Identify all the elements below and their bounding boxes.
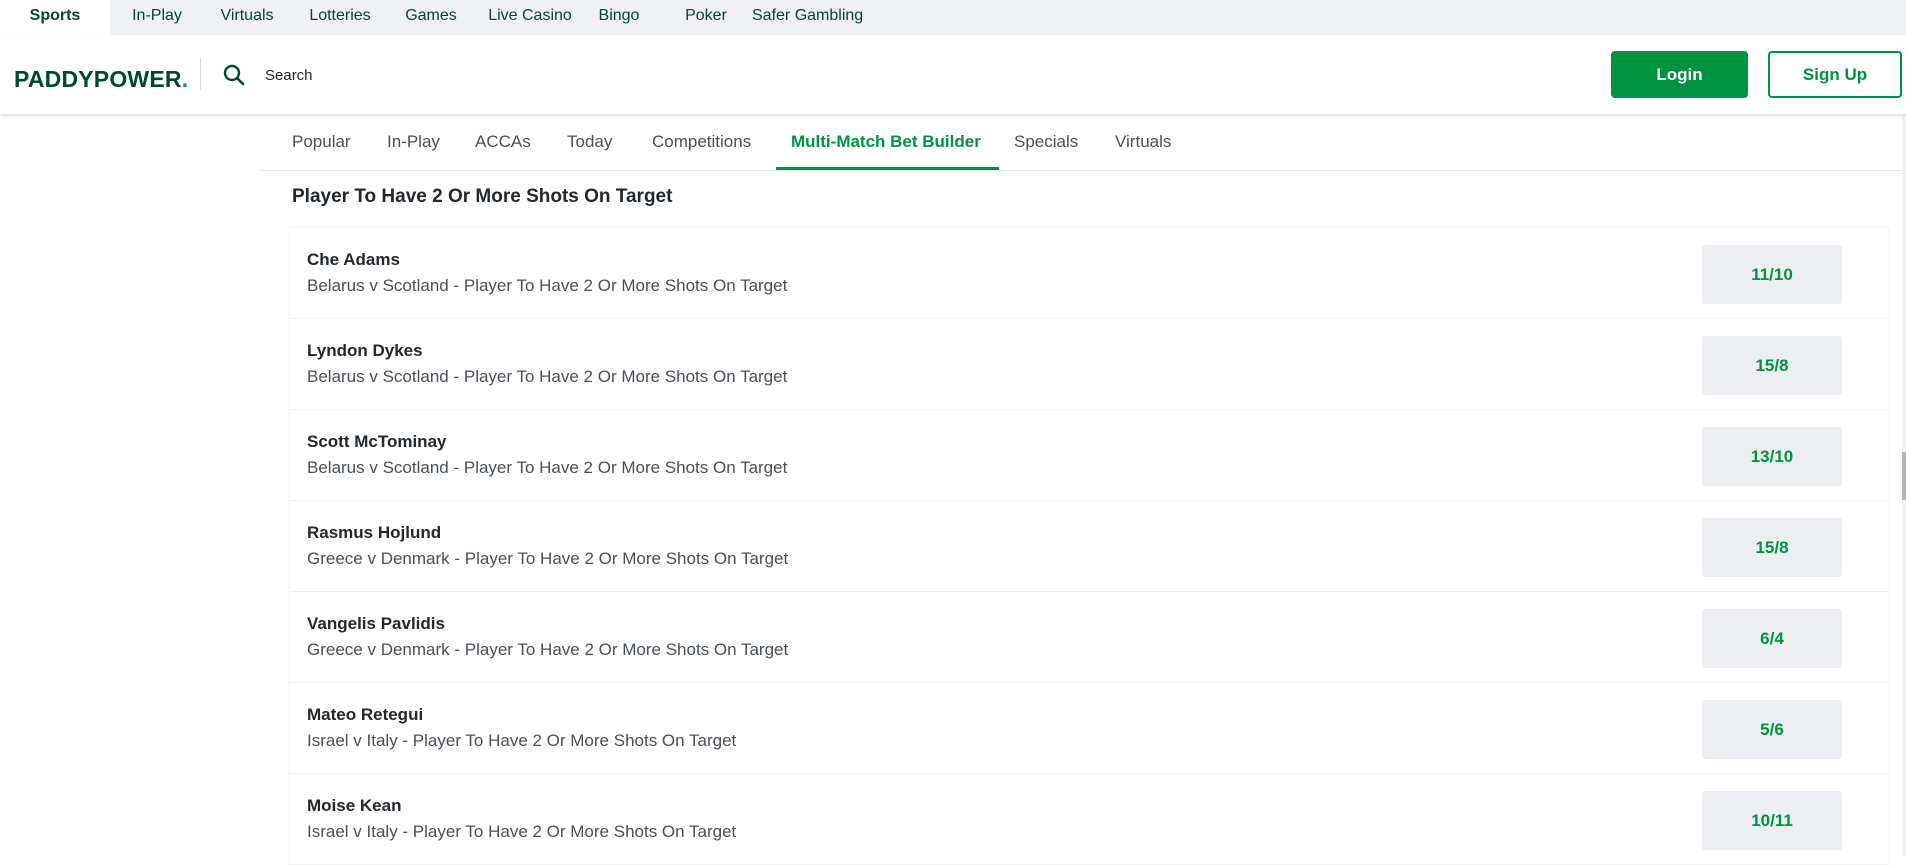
player-name: Rasmus Hojlund	[307, 523, 442, 542]
market-description: Belarus v Scotland - Player To Have 2 Or…	[307, 458, 788, 477]
player-name: Moise Kean	[307, 796, 402, 815]
paddypower-logo[interactable]: PADDYPOWER.	[14, 64, 188, 94]
tab-popular[interactable]: Popular	[292, 114, 351, 171]
tab-multi-match-bet-builder[interactable]: Multi-Match Bet Builder	[791, 114, 981, 171]
odds-button[interactable]: 13/10	[1702, 427, 1842, 486]
odds-button[interactable]: 15/8	[1702, 336, 1842, 395]
player-name: Scott McTominay	[307, 432, 447, 451]
market-description: Israel v Italy - Player To Have 2 Or Mor…	[307, 731, 737, 750]
player-name: Che Adams	[307, 250, 400, 269]
player-name: Lyndon Dykes	[307, 341, 423, 360]
odds-button[interactable]: 10/11	[1702, 791, 1842, 850]
market-row: Rasmus Hojlund Greece v Denmark - Player…	[290, 501, 1888, 592]
product-nav-bingo[interactable]: Bingo	[588, 0, 650, 35]
site-header: PADDYPOWER. Search Login Sign Up	[0, 35, 1906, 114]
product-nav-games[interactable]: Games	[398, 0, 464, 35]
tab-competitions[interactable]: Competitions	[652, 114, 751, 171]
tab-virtuals[interactable]: Virtuals	[1115, 114, 1171, 171]
tab-in-play[interactable]: In-Play	[387, 114, 440, 171]
product-nav-live-casino[interactable]: Live Casino	[480, 0, 580, 35]
odds-button[interactable]: 11/10	[1702, 245, 1842, 304]
section-title: Player To Have 2 Or More Shots On Target	[292, 186, 673, 207]
market-description: Belarus v Scotland - Player To Have 2 Or…	[307, 276, 788, 295]
sign-up-button[interactable]: Sign Up	[1768, 51, 1902, 98]
player-name: Vangelis Pavlidis	[307, 614, 445, 633]
logo-text: PADDYPOWER	[14, 66, 182, 92]
product-nav-safer-gambling[interactable]: Safer Gambling	[752, 0, 863, 35]
login-button[interactable]: Login	[1611, 51, 1748, 98]
product-nav-in-play[interactable]: In-Play	[118, 0, 196, 35]
market-description: Greece v Denmark - Player To Have 2 Or M…	[307, 640, 789, 659]
odds-button[interactable]: 6/4	[1702, 609, 1842, 668]
market-description: Israel v Italy - Player To Have 2 Or Mor…	[307, 822, 737, 841]
search-trigger[interactable]: Search	[222, 61, 313, 89]
search-icon	[222, 63, 246, 87]
sport-sub-tabs: Popular In-Play ACCAs Today Competitions…	[260, 114, 1906, 171]
market-description: Belarus v Scotland - Player To Have 2 Or…	[307, 367, 788, 386]
odds-button[interactable]: 15/8	[1702, 518, 1842, 577]
market-row: Scott McTominay Belarus v Scotland - Pla…	[290, 410, 1888, 501]
odds-button[interactable]: 5/6	[1702, 700, 1842, 759]
search-label: Search	[265, 66, 313, 84]
page-scrollbar-thumb[interactable]	[1902, 452, 1906, 500]
market-list: Che Adams Belarus v Scotland - Player To…	[290, 228, 1888, 865]
market-row: Moise Kean Israel v Italy - Player To Ha…	[290, 774, 1888, 865]
tab-specials[interactable]: Specials	[1014, 114, 1078, 171]
product-nav-lotteries[interactable]: Lotteries	[302, 0, 378, 35]
market-row: Mateo Retegui Israel v Italy - Player To…	[290, 683, 1888, 774]
product-nav-virtuals[interactable]: Virtuals	[212, 0, 282, 35]
market-row: Vangelis Pavlidis Greece v Denmark - Pla…	[290, 592, 1888, 683]
product-nav-poker[interactable]: Poker	[680, 0, 732, 35]
product-nav: Sports In-Play Virtuals Lotteries Games …	[0, 0, 1906, 35]
tab-today[interactable]: Today	[567, 114, 612, 171]
market-row: Lyndon Dykes Belarus v Scotland - Player…	[290, 319, 1888, 410]
market-row: Che Adams Belarus v Scotland - Player To…	[290, 228, 1888, 319]
header-divider	[200, 58, 201, 90]
active-tab-indicator	[776, 167, 999, 170]
player-name: Mateo Retegui	[307, 705, 424, 724]
product-nav-sports[interactable]: Sports	[0, 0, 110, 35]
market-description: Greece v Denmark - Player To Have 2 Or M…	[307, 549, 789, 568]
logo-dot: .	[181, 66, 189, 92]
tab-accas[interactable]: ACCAs	[475, 114, 531, 171]
